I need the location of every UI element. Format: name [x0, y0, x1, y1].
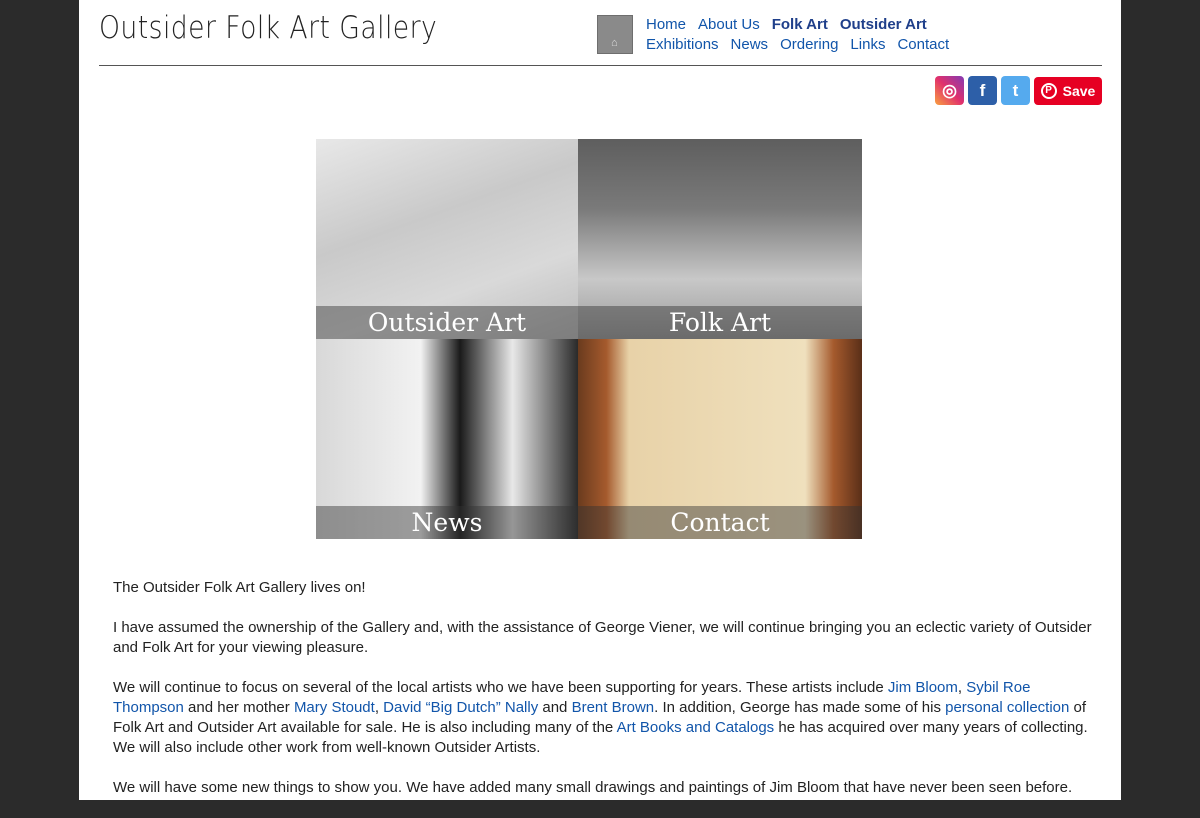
nav-folk-art[interactable]: Folk Art	[772, 16, 828, 33]
social-bar: ◎ f t P Save	[935, 76, 1102, 105]
tile-contact[interactable]: Contact	[578, 339, 862, 539]
site-logo[interactable]: Outsider Folk Art Gallery	[99, 10, 437, 46]
tile-folk-art[interactable]: Folk Art	[578, 139, 862, 339]
new-things-paragraph: We will have some new things to show you…	[113, 779, 1073, 796]
pinterest-save-label: Save	[1062, 82, 1096, 99]
link-brent-brown[interactable]: Brent Brown	[572, 699, 655, 716]
home-icon: ⌂	[611, 37, 618, 49]
nav-row-2: Exhibitions News Ordering Links Contact	[646, 36, 961, 53]
nav-outsider-art[interactable]: Outsider Art	[840, 16, 927, 33]
nav-ordering[interactable]: Ordering	[780, 36, 838, 53]
artists-text-d: . In addition, George has made some of h…	[654, 699, 946, 716]
tile-caption-contact: Contact	[578, 506, 862, 539]
artists-text-c: and	[538, 699, 572, 716]
nav-about-us[interactable]: About Us	[698, 16, 760, 33]
link-david-nally[interactable]: David “Big Dutch” Nally	[383, 699, 538, 716]
link-art-books-catalogs[interactable]: Art Books and Catalogs	[617, 719, 775, 736]
pinterest-save-button[interactable]: P Save	[1034, 76, 1102, 105]
link-jim-bloom[interactable]: Jim Bloom	[888, 679, 958, 696]
intro-paragraph: The Outsider Folk Art Gallery lives on!	[113, 579, 366, 596]
nav-row-1: Home About Us Folk Art Outsider Art	[646, 16, 939, 33]
twitter-icon[interactable]: t	[1001, 76, 1030, 105]
link-mary-stoudt[interactable]: Mary Stoudt	[294, 699, 375, 716]
artists-sep-2: ,	[374, 699, 384, 716]
nav-contact[interactable]: Contact	[897, 36, 949, 53]
pinterest-icon: P	[1040, 82, 1057, 99]
link-personal-collection[interactable]: personal collection	[945, 699, 1069, 716]
artists-paragraph: We will continue to focus on several of …	[113, 678, 1098, 758]
nav-home[interactable]: Home	[646, 16, 686, 33]
home-button[interactable]: ⌂	[597, 15, 633, 54]
artists-text-a: We will continue to focus on several of …	[113, 679, 888, 696]
page-container: Outsider Folk Art Gallery ⌂ Home About Us…	[79, 0, 1121, 800]
instagram-icon[interactable]: ◎	[935, 76, 964, 105]
nav-news[interactable]: News	[731, 36, 769, 53]
nav-links[interactable]: Links	[850, 36, 885, 53]
tile-caption-folk-art: Folk Art	[578, 306, 862, 339]
tile-news[interactable]: News	[316, 339, 578, 539]
nav-exhibitions[interactable]: Exhibitions	[646, 36, 719, 53]
tile-caption-outsider-art: Outsider Art	[316, 306, 578, 339]
facebook-icon[interactable]: f	[968, 76, 997, 105]
tile-outsider-art[interactable]: Outsider Art	[316, 139, 578, 339]
header-divider	[99, 65, 1102, 66]
artists-sep-1: ,	[957, 679, 967, 696]
tile-caption-news: News	[316, 506, 578, 539]
gallery-tile-grid: Outsider Art Folk Art News Contact	[316, 139, 862, 539]
artists-text-b: and her mother	[183, 699, 294, 716]
ownership-paragraph: I have assumed the ownership of the Gall…	[113, 619, 1092, 656]
main-content: The Outsider Folk Art Gallery lives on! …	[113, 578, 1098, 818]
